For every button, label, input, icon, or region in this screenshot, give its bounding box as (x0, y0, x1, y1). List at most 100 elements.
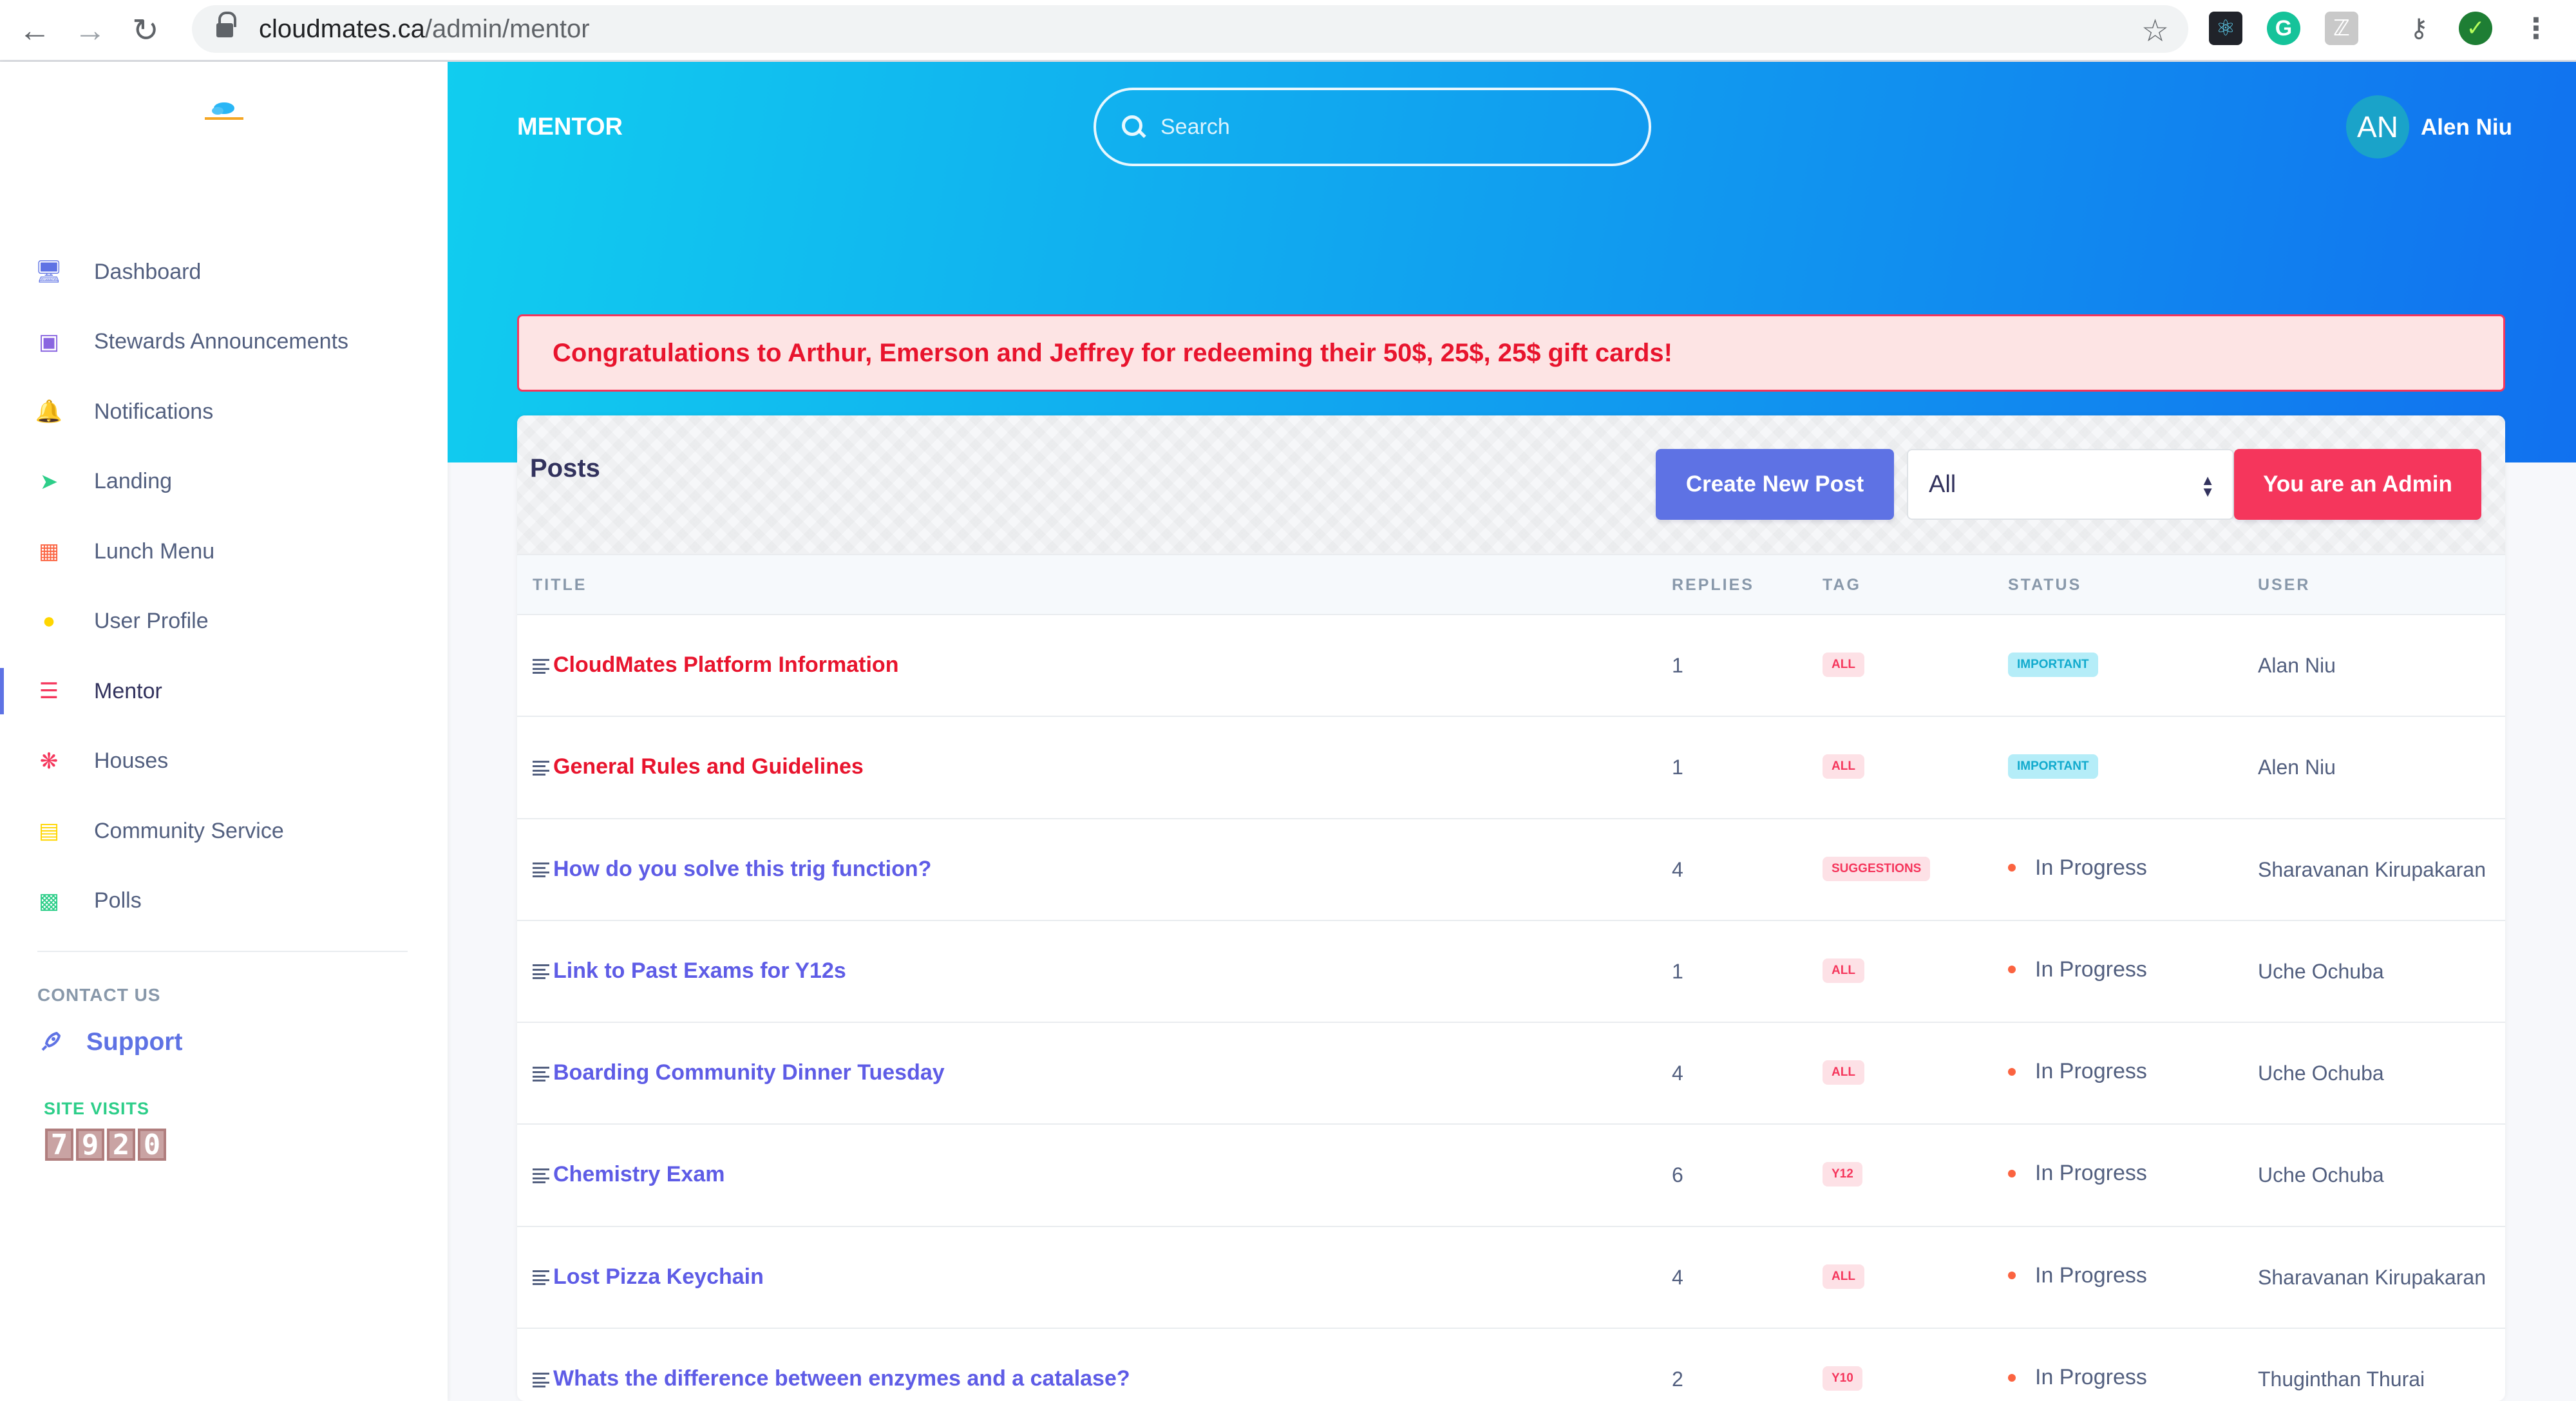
sidebar-item-notifications[interactable]: 🔔 Notifications (0, 377, 448, 447)
sidebar-item-landing[interactable]: ➤ Landing (0, 447, 448, 517)
search-input[interactable] (1160, 114, 1611, 140)
announcement-alert: Congratulations to Arthur, Emerson and J… (517, 314, 2505, 392)
post-replies: 1 (1672, 654, 1683, 677)
sidebar-item-lunch-menu[interactable]: ▦ Lunch Menu (0, 517, 448, 587)
table-row[interactable]: Link to Past Exams for Y12s 1 ALL In Progre… (517, 921, 2505, 1024)
status-dot-icon (2008, 1272, 2016, 1280)
react-devtools-extension-icon[interactable]: ⚛ (2209, 12, 2242, 45)
bookmark-star-icon[interactable]: ☆ (2141, 13, 2169, 49)
grammarly-extension-icon[interactable]: G (2267, 12, 2300, 45)
table-row[interactable]: General Rules and Guidelines 1 ALL IMPORTAN… (517, 717, 2505, 819)
text-lines-icon (533, 1269, 552, 1286)
posts-card-header: Posts Create New Post All ▲ ▼ You are an … (517, 415, 2505, 554)
tag-filter-value: All (1929, 470, 1956, 498)
text-lines-icon (533, 759, 552, 776)
table-row[interactable]: Whats the difference between enzymes and… (517, 1329, 2505, 1401)
post-status-text: In Progress (2035, 1059, 2147, 1084)
sidebar-menu: 🖥 Dashboard ▣ Stewards Announcements 🔔 Notifi… (0, 237, 448, 936)
post-tag-badge: SUGGESTIONS (1823, 856, 1931, 881)
column-header-replies[interactable]: REPLIES (1672, 576, 1754, 595)
post-status-text: In Progress (2035, 1365, 2147, 1390)
url-domain: cloudmates.ca (259, 14, 425, 43)
calendar-icon: ▤ (38, 819, 60, 844)
post-title-link[interactable]: Lost Pizza Keychain (533, 1264, 764, 1290)
column-header-user[interactable]: USER (2258, 576, 2310, 595)
profile-avatar-icon[interactable]: ✓ (2459, 12, 2492, 45)
address-bar[interactable]: cloudmates.ca/admin/mentor ☆ (192, 5, 2188, 53)
send-icon: ➤ (39, 469, 59, 494)
search-box[interactable] (1094, 88, 1651, 166)
table-row[interactable]: Chemistry Exam 6 Y12 In Progress Uche Ochuba (517, 1125, 2505, 1227)
column-header-title[interactable]: TITLE (533, 576, 587, 595)
post-title-link[interactable]: CloudMates Platform Information (533, 653, 898, 678)
post-title-link[interactable]: Link to Past Exams for Y12s (533, 958, 846, 984)
status-dot-icon (2008, 1067, 2016, 1076)
post-status: In Progress (2008, 1263, 2147, 1288)
back-arrow-icon[interactable]: ← (14, 10, 55, 51)
sidebar-item-dashboard[interactable]: 🖥 Dashboard (0, 237, 448, 307)
post-title-text: Whats the difference between enzymes and… (553, 1366, 1130, 1391)
sidebar-item-houses[interactable]: ❋ Houses (0, 727, 448, 797)
post-title-link[interactable]: How do you solve this trig function? (533, 857, 931, 882)
atom-icon: ❋ (39, 748, 59, 774)
column-header-tag[interactable]: TAG (1823, 576, 1861, 595)
post-replies: 6 (1672, 1163, 1683, 1187)
create-new-post-button[interactable]: Create New Post (1656, 449, 1894, 520)
forward-arrow-icon[interactable]: → (70, 10, 111, 51)
table-row[interactable]: CloudMates Platform Information 1 ALL IMPOR… (517, 615, 2505, 718)
visit-digit: 7 (45, 1129, 73, 1161)
site-visits-counter: 7 9 2 0 (45, 1129, 169, 1161)
bell-icon: 🔔 (35, 399, 63, 424)
post-title-text: Link to Past Exams for Y12s (553, 958, 846, 983)
browser-toolbar: ← → ↻ cloudmates.ca/admin/mentor ☆ ⚛ G ℤ… (0, 0, 2576, 62)
post-user: Alan Niu (2258, 654, 2336, 677)
sidebar-item-label: Dashboard (94, 259, 202, 284)
reload-icon[interactable]: ↻ (125, 10, 166, 51)
post-replies: 4 (1672, 857, 1683, 881)
status-dot-icon (2008, 966, 2016, 974)
sidebar: 🖥 Dashboard ▣ Stewards Announcements 🔔 Notifi… (0, 62, 448, 1401)
post-title-link[interactable]: Boarding Community Dinner Tuesday (533, 1060, 945, 1085)
column-header-status[interactable]: STATUS (2008, 576, 2081, 595)
status-dot-icon (2008, 1373, 2016, 1382)
cloudmates-logo[interactable] (201, 99, 247, 125)
post-status-text: In Progress (2035, 1263, 2147, 1288)
text-lines-icon (533, 1371, 552, 1387)
table-row[interactable]: Lost Pizza Keychain 4 ALL In Progress Sharav… (517, 1227, 2505, 1330)
post-status: In Progress (2008, 855, 2147, 881)
sidebar-item-label: Mentor (94, 678, 162, 703)
posts-card: Posts Create New Post All ▲ ▼ You are an … (517, 415, 2505, 1401)
browser-menu-icon[interactable]: ⋮ (2519, 12, 2553, 45)
extension-icon[interactable]: ℤ (2325, 12, 2358, 45)
monitor-icon: 🖥 (35, 260, 63, 285)
post-tag-badge: ALL (1823, 958, 1864, 983)
posts-table-body: CloudMates Platform Information 1 ALL IMPOR… (517, 615, 2505, 1401)
sidebar-divider (37, 951, 408, 952)
table-row[interactable]: How do you solve this trig function? 4 SUG… (517, 819, 2505, 921)
support-link[interactable]: Support (37, 1028, 182, 1056)
post-title-link[interactable]: General Rules and Guidelines (533, 754, 864, 779)
sidebar-item-label: Notifications (94, 399, 214, 424)
key-icon[interactable]: ⚷ (2402, 12, 2436, 45)
sidebar-item-polls[interactable]: ▩ Polls (0, 866, 448, 937)
sidebar-item-mentor[interactable]: ☰ Mentor (0, 656, 448, 727)
sidebar-item-community-service[interactable]: ▤ Community Service (0, 796, 448, 866)
post-replies: 4 (1672, 1265, 1683, 1289)
avatar[interactable]: AN (2346, 95, 2409, 158)
tag-filter-select[interactable]: All ▲ ▼ (1907, 449, 2234, 520)
user-icon: ● (42, 609, 56, 634)
post-title-link[interactable]: Whats the difference between enzymes and… (533, 1366, 1130, 1391)
text-lines-icon (533, 963, 552, 980)
admin-button[interactable]: You are an Admin (2234, 449, 2481, 520)
sidebar-item-user-profile[interactable]: ● User Profile (0, 587, 448, 657)
post-title-link[interactable]: Chemistry Exam (533, 1162, 724, 1187)
user-name[interactable]: Alen Niu (2421, 115, 2512, 140)
search-icon (1122, 115, 1145, 138)
status-dot-icon (2008, 864, 2016, 872)
post-title-text: Boarding Community Dinner Tuesday (553, 1060, 945, 1085)
table-row[interactable]: Boarding Community Dinner Tuesday 4 ALL In … (517, 1023, 2505, 1125)
sidebar-item-label: Stewards Announcements (94, 329, 349, 354)
post-tag-badge: ALL (1823, 653, 1864, 677)
chart-bar-icon: ▩ (38, 888, 60, 913)
sidebar-item-stewards-announcements[interactable]: ▣ Stewards Announcements (0, 307, 448, 377)
